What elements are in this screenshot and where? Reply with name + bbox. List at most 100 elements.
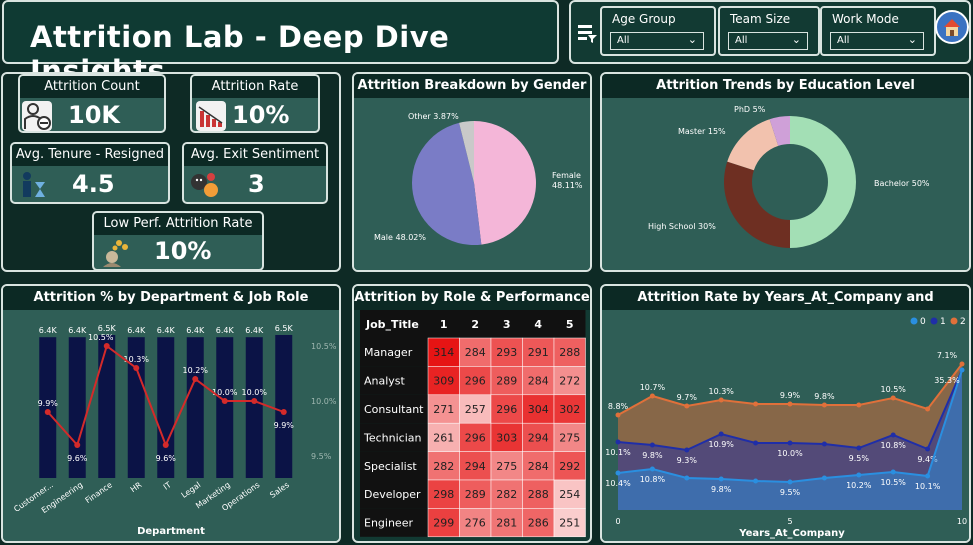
heatmap-value: 299 xyxy=(433,517,454,530)
point-series-1 xyxy=(821,441,827,447)
point-series-2 xyxy=(684,403,690,409)
kpi-label: Avg. Exit Sentiment xyxy=(184,144,326,166)
role-performance-panel: Attrition by Role & Performance Job_Titl… xyxy=(352,284,592,543)
header-banner: Attrition Lab - Deep Dive Insights xyxy=(2,0,559,88)
chart-title: Attrition Breakdown by Gender xyxy=(354,74,590,98)
filter-icon[interactable] xyxy=(576,22,598,44)
chevron-down-icon: ⌄ xyxy=(791,33,801,46)
heatmap-value: 275 xyxy=(559,431,580,444)
kpi-value: 10% xyxy=(154,237,212,265)
heatmap-value: 314 xyxy=(433,346,454,359)
sentiment-faces-icon xyxy=(189,170,219,200)
heatmap-value: 309 xyxy=(433,375,454,388)
legend-label-2: 2 xyxy=(960,317,966,327)
heatmap-value: 296 xyxy=(465,431,486,444)
heatmap-col-3: 3 xyxy=(503,318,511,331)
x-tick-3: HR xyxy=(129,480,144,494)
kpi-label: Avg. Tenure - Resigned xyxy=(12,144,168,166)
bar-label-2: 6.5K xyxy=(98,324,117,333)
point-label-1: 9.3% xyxy=(677,456,698,465)
declining-chart-icon xyxy=(196,101,226,131)
point-label-2: 9.8% xyxy=(814,392,835,401)
donut-label-master: Master 15% xyxy=(678,127,726,136)
heatmap-value: 289 xyxy=(496,375,517,388)
kpi-value: 3 xyxy=(248,170,265,198)
point-series-2 xyxy=(753,401,759,407)
point-series-1 xyxy=(890,432,896,438)
line-point-8 xyxy=(280,409,287,415)
point-series-1 xyxy=(925,446,931,452)
point-label-1: 9.5% xyxy=(849,454,870,463)
kpi-attrition-count: Attrition Count 10K xyxy=(18,74,166,133)
slicer-age-group[interactable]: Age Group All ⌄ xyxy=(600,6,716,56)
point-series-1 xyxy=(684,447,690,453)
heatmap-value: 298 xyxy=(433,488,454,501)
point-series-2 xyxy=(959,361,965,367)
point-series-0 xyxy=(821,475,827,481)
line-point-6 xyxy=(221,398,228,404)
kpi-value: 10% xyxy=(232,101,290,129)
heatmap-value: 296 xyxy=(496,403,517,416)
point-series-0 xyxy=(684,475,690,481)
heatmap-value: 296 xyxy=(465,375,486,388)
point-label-2: 7.1% xyxy=(937,351,958,360)
line-label-4: 9.6% xyxy=(156,454,177,463)
heatmap-value: 288 xyxy=(528,488,549,501)
kpi-label: Attrition Count xyxy=(20,76,164,98)
point-series-0 xyxy=(856,472,862,478)
kpi-value: 10K xyxy=(68,101,120,129)
legend-marker-0 xyxy=(910,317,918,325)
x-tick-8: Sales xyxy=(268,480,291,500)
heatmap-value: 275 xyxy=(496,460,517,473)
heatmap-value: 302 xyxy=(559,403,580,416)
slicer-dropdown[interactable]: All ⌄ xyxy=(830,32,924,50)
heatmap-row-label: Specialist xyxy=(364,460,417,473)
slicer-label: Team Size xyxy=(730,12,791,26)
line-point-7 xyxy=(251,398,258,404)
heatmap-value: 294 xyxy=(465,460,486,473)
years-area-chart: 8.8% 10.7% 9.7% 10.3% 9.9% 9.8% 10.5% 7.1% 10.1%… xyxy=(605,317,967,539)
slicer-dropdown[interactable]: All ⌄ xyxy=(728,32,808,50)
slicer-team-size[interactable]: Team Size All ⌄ xyxy=(718,6,820,56)
heatmap-value: 251 xyxy=(559,517,580,530)
line-point-0 xyxy=(44,409,51,415)
heatmap-row-header: Job_Title xyxy=(365,318,419,331)
bar-label-4: 6.4K xyxy=(157,326,176,335)
point-label-1: 10.0% xyxy=(777,449,803,458)
kpi-attrition-rate: Attrition Rate 10% xyxy=(190,74,320,133)
point-label-2: 9.9% xyxy=(780,391,801,400)
point-label-2: 9.7% xyxy=(677,393,698,402)
point-label-0: 10.4% xyxy=(605,479,631,488)
donut-label-phd: PhD 5% xyxy=(734,105,766,114)
kpi-value: 4.5 xyxy=(72,170,115,198)
point-series-0 xyxy=(753,478,759,484)
point-label-0: 35.3% xyxy=(934,376,960,385)
pie-label-female: Female xyxy=(552,171,581,180)
x-tick-5: Legal xyxy=(180,480,203,500)
point-series-1 xyxy=(787,440,793,446)
heatmap-value: 261 xyxy=(433,431,454,444)
point-series-0 xyxy=(649,466,655,472)
point-label-0: 10.2% xyxy=(846,481,872,490)
point-label-0: 10.5% xyxy=(880,478,906,487)
heatmap-value: 286 xyxy=(528,517,549,530)
home-button[interactable] xyxy=(935,10,969,44)
chevron-down-icon: ⌄ xyxy=(907,33,917,46)
point-label-0: 10.1% xyxy=(915,482,941,491)
bar-7 xyxy=(245,337,263,478)
bar-label-3: 6.4K xyxy=(127,326,146,335)
point-label-1: 9.8% xyxy=(642,451,663,460)
slicer-work-mode[interactable]: Work Mode All ⌄ xyxy=(820,6,936,56)
education-donut-chart: Bachelor 50% High School 30% Master 15% PhD… xyxy=(648,105,930,248)
x-tick-0: 0 xyxy=(615,517,620,526)
heatmap-row-label: Analyst xyxy=(364,375,406,388)
bar-5 xyxy=(186,337,204,478)
point-series-2 xyxy=(925,406,931,412)
bar-label-7: 6.4K xyxy=(245,326,264,335)
chart-title: Attrition Trends by Education Level xyxy=(602,74,969,98)
slicer-dropdown[interactable]: All ⌄ xyxy=(610,32,704,50)
donut-slice-master xyxy=(727,119,779,171)
legend-label-0: 0 xyxy=(920,317,926,327)
point-series-0 xyxy=(890,469,896,475)
department-chart-panel: Attrition % by Department & Job Role 6.4… xyxy=(1,284,341,543)
